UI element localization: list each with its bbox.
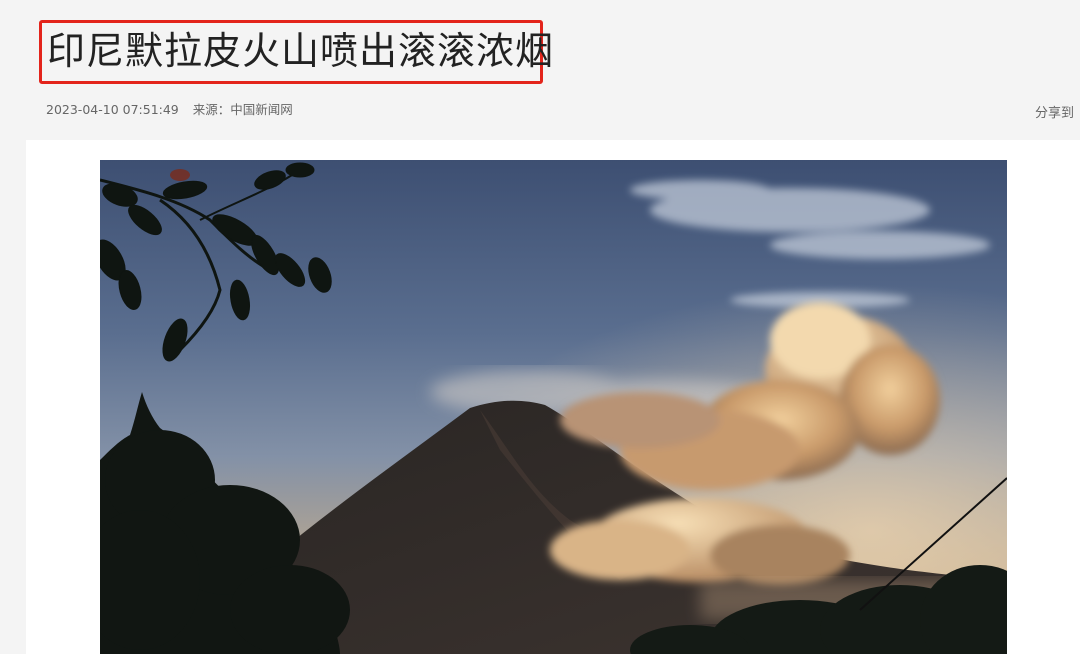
article-meta: 2023-04-10 07:51:49 来源：中国新闻网	[46, 99, 303, 118]
article-title: 印尼默拉皮火山喷出滚滚浓烟	[47, 29, 555, 73]
volcano-photo	[100, 160, 1007, 654]
share-button[interactable]: 分享到	[1035, 102, 1074, 121]
article-header: 印尼默拉皮火山喷出滚滚浓烟 2023-04-10 07:51:49 来源：中国新…	[0, 0, 1080, 140]
article-source: 来源：中国新闻网	[192, 102, 293, 117]
article-content	[26, 140, 1080, 654]
publish-date: 2023-04-10 07:51:49	[46, 102, 179, 117]
